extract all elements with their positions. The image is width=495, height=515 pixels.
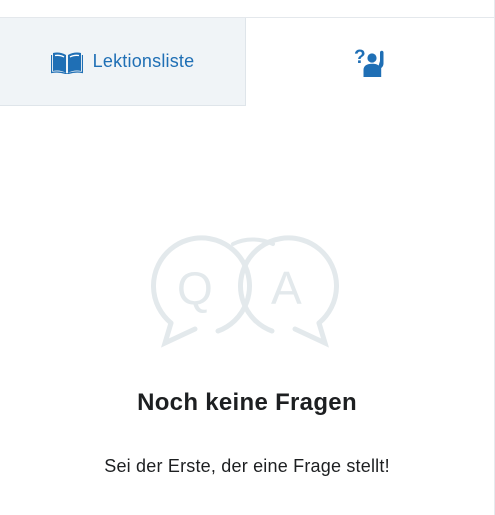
tab-lessons[interactable]: Lektionsliste [0,18,246,106]
qa-panel: Lektionsliste ? Q A Noch keine Fragen Se… [0,0,495,515]
empty-state-title: Noch keine Fragen [137,389,357,416]
tab-lessons-label: Lektionsliste [92,51,195,71]
illustration-letter-a: A [271,262,302,314]
illustration-letter-q: Q [177,262,213,314]
svg-text:?: ? [354,47,366,68]
tab-questions[interactable]: ? [246,18,494,106]
open-book-icon [50,50,83,74]
raise-hand-question-icon: ? [353,46,387,78]
empty-state: Q A Noch keine Fragen Sei der Erste, der… [0,106,494,515]
qa-speech-bubbles-icon: Q A [147,233,343,358]
tab-bar: Lektionsliste ? [0,18,494,106]
empty-state-subtitle: Sei der Erste, der eine Frage stellt! [104,456,390,476]
